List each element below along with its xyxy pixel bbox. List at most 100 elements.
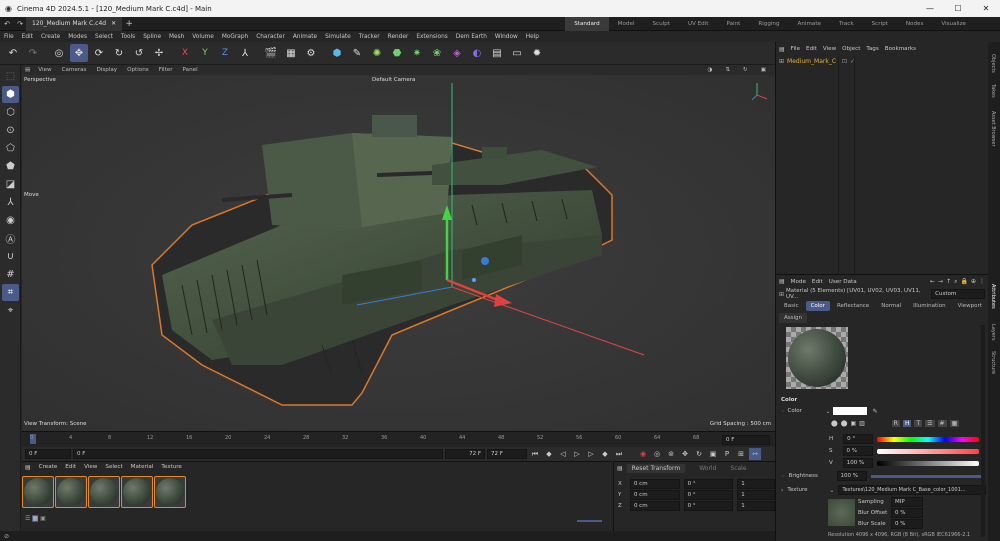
magnet-icon[interactable]: ∪ <box>2 248 19 265</box>
layout-tab-animate[interactable]: Animate <box>789 17 830 31</box>
snap-icon[interactable]: # <box>2 266 19 283</box>
visibility-icon[interactable]: ⊡ <box>842 58 847 65</box>
attr-tab-normal[interactable]: Normal <box>876 301 906 311</box>
objmenu-object[interactable]: Object <box>839 46 863 52</box>
matmenu-create[interactable]: Create <box>35 464 62 470</box>
menu-edit[interactable]: Edit <box>18 34 37 40</box>
mograph-icon[interactable]: ❀ <box>428 44 446 62</box>
layout-tab-rigging[interactable]: Rigging <box>749 17 788 31</box>
attrmenu-user-data[interactable]: User Data <box>826 279 860 285</box>
move-tool-icon[interactable]: ✥ <box>70 44 88 62</box>
next-key-icon[interactable]: ◆ <box>599 448 611 460</box>
rotate-icon[interactable]: ↺ <box>130 44 148 62</box>
attributes-panel-icon[interactable]: ▤ <box>779 278 785 285</box>
end-range-field[interactable]: 72 F <box>445 449 485 459</box>
menu-render[interactable]: Render <box>384 34 413 40</box>
scale-dropdown[interactable]: Scale <box>730 465 746 472</box>
attr-tab-basic[interactable]: Basic <box>779 301 804 311</box>
tab-layers[interactable]: Layers <box>990 320 996 345</box>
menu-modes[interactable]: Modes <box>64 34 91 40</box>
search-icon[interactable]: ⌕ <box>954 278 957 286</box>
s-slider[interactable] <box>876 448 979 454</box>
camera-icon[interactable]: ▭ <box>508 44 526 62</box>
viewport-nav-icon[interactable]: ◑ <box>702 67 717 73</box>
menu-spline[interactable]: Spline <box>139 34 165 40</box>
texture-menu-icon[interactable]: ⌄ <box>829 487 834 494</box>
model-mode-icon[interactable]: ⬢ <box>2 86 19 103</box>
edges-mode-icon[interactable]: ⬠ <box>2 140 19 157</box>
key-rot-icon[interactable]: ↻ <box>693 448 705 460</box>
close-tab-icon[interactable]: ✕ <box>111 20 116 27</box>
menu-window[interactable]: Window <box>491 34 522 40</box>
pen-icon[interactable]: ✎ <box>348 44 366 62</box>
list-view-icon[interactable]: ☰ <box>25 515 30 522</box>
document-tab[interactable]: 120_Medium Mark C.c4d ✕ <box>26 16 123 31</box>
layout-tab-visualize[interactable]: Visualize <box>932 17 975 31</box>
axis-mode-icon[interactable]: ⅄ <box>2 194 19 211</box>
rotate-tool-icon[interactable]: ↻ <box>110 44 128 62</box>
material-thumbnail[interactable] <box>55 475 87 508</box>
timeline-toggle-icon[interactable]: ⇿ <box>749 448 761 460</box>
rgb-mode[interactable]: R <box>891 420 900 427</box>
layout-tab-standard[interactable]: Standard <box>565 16 609 31</box>
texture-expand-icon[interactable]: › <box>781 487 783 494</box>
viewport-menu-panel[interactable]: Panel <box>178 67 203 73</box>
axis-y-lock[interactable]: Y <box>196 44 214 62</box>
attr-tab-viewport[interactable]: Viewport <box>953 301 987 311</box>
v-slider[interactable] <box>876 460 979 466</box>
hex-mode[interactable]: # <box>937 420 947 427</box>
render-view-icon[interactable]: 🎬 <box>262 44 280 62</box>
object-name[interactable]: Medium_Mark_C <box>787 58 836 65</box>
record-icon[interactable]: ◉ <box>637 448 649 460</box>
texture-file-field[interactable]: Textures\120_Medium Mark C_Base_color_10… <box>838 485 986 495</box>
coord-rotation-field[interactable]: 0 ° <box>683 489 734 500</box>
axis-z-lock[interactable]: Z <box>216 44 234 62</box>
tab-objects[interactable]: Objects <box>990 50 996 77</box>
viewport-rotate-icon[interactable]: ↻ <box>738 67 753 73</box>
layout-tab-track[interactable]: Track <box>830 17 863 31</box>
autokey-icon[interactable]: ◎ <box>651 448 663 460</box>
layout-tab-sculpt[interactable]: Sculpt <box>643 17 678 31</box>
attrmenu-mode[interactable]: Mode <box>788 279 809 285</box>
attributes-scrollbar[interactable] <box>981 325 985 537</box>
make-editable-icon[interactable]: ⬚ <box>2 68 19 85</box>
timeline[interactable]: 04812162024283236404448525660646872 0 F <box>22 431 775 447</box>
cube-icon[interactable]: ⬢ <box>328 44 346 62</box>
material-preview[interactable] <box>788 329 846 387</box>
texture-thumbnail[interactable] <box>828 499 855 526</box>
new-attr-icon[interactable]: ⊕ <box>971 278 976 285</box>
s-field[interactable]: 0 % <box>842 446 873 456</box>
world-dropdown[interactable]: World <box>689 465 726 472</box>
menu-mesh[interactable]: Mesh <box>165 34 188 40</box>
object-row[interactable]: ⊞ Medium_Mark_C ⊡ ✓ <box>776 56 988 66</box>
prev-frame-icon[interactable]: ◁ <box>557 448 569 460</box>
floor-icon[interactable]: ▤ <box>488 44 506 62</box>
brightness-slider[interactable] <box>870 474 981 478</box>
goto-end-icon[interactable]: ⏭ <box>613 448 625 460</box>
matmenu-select[interactable]: Select <box>101 464 126 470</box>
mixer-mode[interactable]: ☰ <box>925 420 935 427</box>
layout-tab-script[interactable]: Script <box>863 17 897 31</box>
tab-attributes[interactable]: Attributes <box>990 280 996 313</box>
image-icon[interactable]: ▣ <box>850 420 856 427</box>
attrmenu-edit[interactable]: Edit <box>809 279 826 285</box>
transform-icon[interactable]: ✢ <box>150 44 168 62</box>
new-tab-icon[interactable]: + <box>122 19 136 29</box>
close-icon[interactable]: ✕ <box>972 4 1000 13</box>
viewport-zoom-icon[interactable]: ⇅ <box>720 67 735 73</box>
up-icon[interactable]: ↑ <box>946 278 951 285</box>
prev-key-icon[interactable]: ◆ <box>543 448 555 460</box>
thumb-size-slider[interactable] <box>577 520 602 522</box>
layout-tab-model[interactable]: Model <box>609 17 644 31</box>
material-thumbnail[interactable] <box>154 475 186 508</box>
wheel-icon[interactable]: ⬤ <box>831 420 838 427</box>
workplane-icon[interactable]: ⌖ <box>2 302 19 319</box>
lock-icon[interactable]: 🔒 <box>960 278 967 285</box>
layout-tab-uv-edit[interactable]: UV Edit <box>679 17 718 31</box>
menu-help[interactable]: Help <box>522 34 543 40</box>
material-thumbnail[interactable] <box>88 475 120 508</box>
menu-simulate[interactable]: Simulate <box>321 34 355 40</box>
palette-icon[interactable]: ▥ <box>859 420 865 427</box>
grid-view-icon[interactable]: ▦ <box>32 515 39 522</box>
goto-start-icon[interactable]: ⏮ <box>529 448 541 460</box>
